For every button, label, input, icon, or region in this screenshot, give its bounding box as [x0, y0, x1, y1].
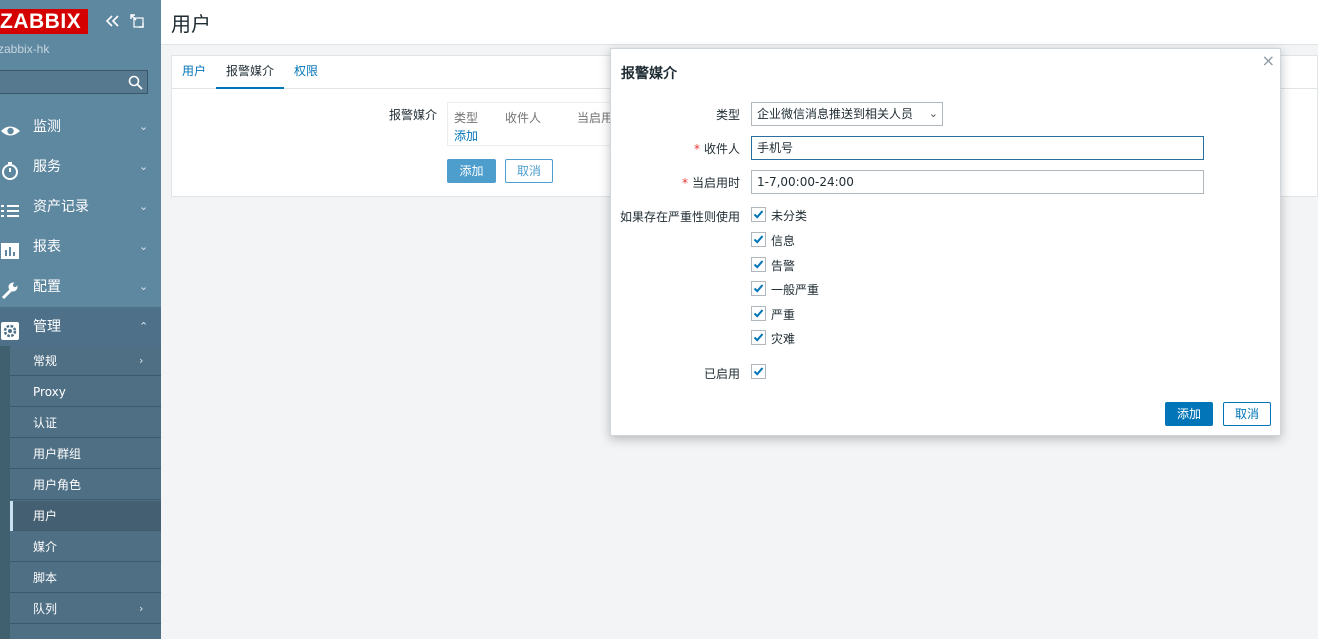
submenu-label: 认证 — [33, 416, 58, 430]
menu-inventory[interactable]: 资产记录 ⌄ — [0, 187, 161, 227]
submenu-item-user-roles[interactable]: 用户角色 — [10, 470, 161, 500]
column-header-when-active: 当启用 — [577, 111, 614, 125]
media-dialog: 报警媒介 × 类型 企业微信消息推送到相关人员 ⌄ * 收件人 手机号 * 当启用时… — [610, 48, 1281, 436]
add-media-link[interactable]: 添加 — [454, 127, 478, 144]
dialog-title: 报警媒介 — [621, 66, 677, 82]
chevron-down-icon: ⌄ — [928, 107, 938, 120]
clock-icon — [0, 157, 22, 180]
severity-label-warning: 告警 — [771, 259, 796, 273]
submenu-label: 用户群组 — [33, 447, 82, 461]
tab-user[interactable]: 用户 — [182, 56, 206, 87]
menu-label: 监测 — [33, 119, 61, 135]
chevron-down-icon: ⌄ — [139, 160, 149, 173]
search-icon[interactable] — [128, 75, 143, 90]
menu-configuration[interactable]: 配置 ⌄ — [0, 267, 161, 307]
chevron-down-icon: ⌄ — [139, 120, 149, 133]
menu-reports[interactable]: 报表 ⌄ — [0, 227, 161, 267]
list-icon — [0, 197, 22, 217]
tab-permissions[interactable]: 权限 — [294, 56, 318, 87]
column-header-type: 类型 — [454, 111, 479, 125]
sendto-label-row: * 收件人 — [694, 140, 740, 157]
media-label: 报警媒介 — [389, 108, 438, 122]
page-title: 用户 — [171, 12, 211, 36]
severity-label: 如果存在严重性则使用 — [619, 210, 740, 224]
enabled-checkbox[interactable] — [751, 364, 766, 379]
submenu-item-users[interactable]: 用户 — [10, 501, 161, 531]
search-input[interactable] — [0, 70, 148, 94]
chevron-down-icon: ⌄ — [139, 280, 149, 293]
chevron-right-icon: › — [139, 602, 144, 615]
submenu-indent — [0, 346, 10, 639]
type-select-value: 企业微信消息推送到相关人员 — [757, 107, 914, 121]
severity-label-not-classified: 未分类 — [771, 209, 808, 223]
menu-label: 管理 — [33, 319, 61, 335]
checkbox-checked[interactable] — [751, 232, 766, 247]
sidebar: ZABBIX zabbix-hk 监测 ⌄ 服务 ⌄ 资产记录 ⌄ 报表 ⌄ 配… — [0, 0, 161, 639]
period-label-row: * 当启用时 — [682, 174, 740, 191]
menu-monitoring[interactable]: 监测 ⌄ — [0, 107, 161, 147]
submenu-label: 常规 — [33, 354, 58, 368]
severity-label-disaster: 灾难 — [771, 332, 796, 346]
chevron-right-icon: › — [139, 354, 144, 367]
submenu-item-authentication[interactable]: 认证 — [10, 408, 161, 438]
severity-label-information: 信息 — [771, 234, 796, 248]
period-label: 当启用时 — [691, 176, 740, 190]
checkbox-checked[interactable] — [751, 257, 766, 272]
zabbix-logo[interactable]: ZABBIX — [0, 9, 88, 34]
submenu-item-user-groups[interactable]: 用户群组 — [10, 439, 161, 469]
severity-label-high: 严重 — [771, 308, 796, 322]
bar-chart-icon — [0, 237, 22, 259]
dialog-add-button[interactable]: 添加 — [1165, 402, 1213, 426]
submenu-item-general[interactable]: 常规 › — [10, 346, 161, 376]
close-icon[interactable]: × — [1262, 51, 1275, 70]
menu-label: 服务 — [33, 159, 61, 175]
type-label: 类型 — [715, 108, 740, 122]
submenu-label: 媒介 — [33, 540, 58, 554]
column-header-sendto: 收件人 — [505, 111, 542, 125]
required-marker: * — [681, 176, 688, 190]
required-marker: * — [693, 142, 700, 156]
collapse-sidebar-icon[interactable] — [104, 12, 122, 30]
submenu-item-scripts[interactable]: 脚本 — [10, 563, 161, 593]
submenu-label: 用户 — [33, 509, 58, 523]
page-header: 用户 — [161, 0, 1318, 45]
menu-label: 资产记录 — [33, 199, 89, 215]
dialog-cancel-button[interactable]: 取消 — [1223, 402, 1271, 426]
submenu-label: 脚本 — [33, 571, 58, 585]
submenu-item-queue[interactable]: 队列 › — [10, 594, 161, 624]
sendto-input[interactable]: 手机号 — [751, 136, 1204, 160]
menu-label: 配置 — [33, 279, 61, 295]
submenu-label: Proxy — [33, 385, 66, 399]
when-active-input[interactable]: 1-7,00:00-24:00 — [751, 170, 1204, 194]
sendto-label: 收件人 — [703, 142, 740, 156]
enabled-label: 已启用 — [703, 367, 740, 381]
kiosk-mode-icon[interactable] — [130, 14, 144, 28]
eye-icon — [0, 117, 22, 137]
submenu-label: 用户角色 — [33, 478, 82, 492]
add-button[interactable]: 添加 — [447, 159, 496, 183]
server-name: zabbix-hk — [0, 42, 50, 56]
severity-label-average: 一般严重 — [771, 283, 820, 297]
checkbox-checked[interactable] — [751, 281, 766, 296]
menu-label: 报表 — [33, 239, 61, 255]
menu-administration[interactable]: 管理 ⌃ — [0, 307, 161, 347]
menu-services[interactable]: 服务 ⌄ — [0, 147, 161, 187]
submenu-item-proxy[interactable]: Proxy — [10, 377, 161, 407]
cancel-button[interactable]: 取消 — [505, 159, 553, 183]
chevron-down-icon: ⌄ — [139, 240, 149, 253]
checkbox-checked[interactable] — [751, 330, 766, 345]
wrench-icon — [0, 277, 22, 300]
media-table: 类型 收件人 当启用 添加 — [447, 102, 637, 146]
type-select[interactable]: 企业微信消息推送到相关人员 ⌄ — [751, 102, 943, 126]
chevron-up-icon: ⌃ — [139, 320, 149, 333]
checkbox-checked[interactable] — [751, 207, 766, 222]
gear-icon — [0, 317, 22, 340]
chevron-down-icon: ⌄ — [139, 200, 149, 213]
tab-media[interactable]: 报警媒介 — [216, 56, 284, 89]
checkbox-checked[interactable] — [751, 306, 766, 321]
submenu-label: 队列 — [33, 602, 58, 616]
submenu-item-media-types[interactable]: 媒介 — [10, 532, 161, 562]
